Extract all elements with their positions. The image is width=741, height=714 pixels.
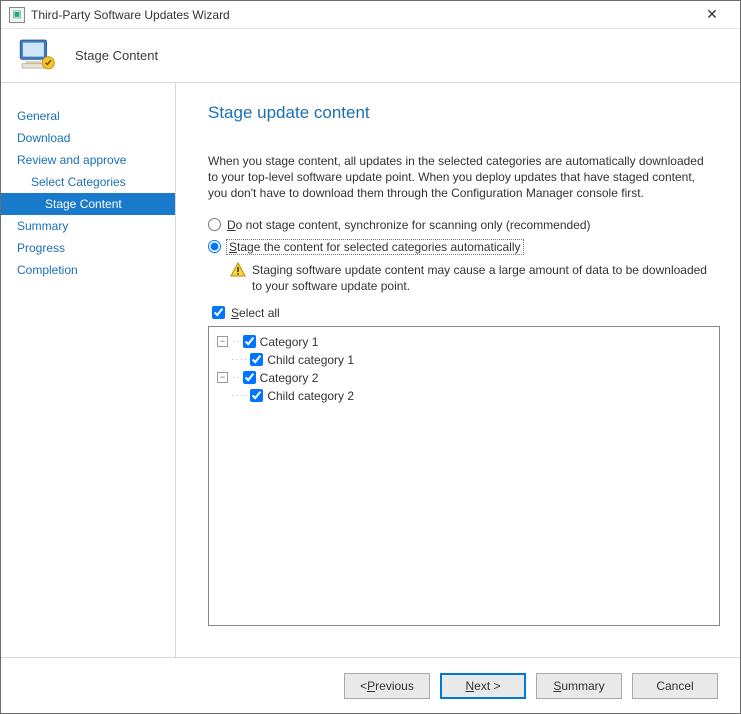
- tree-node-label: Category 1: [260, 333, 319, 351]
- app-icon: ▣: [9, 7, 25, 23]
- summary-button[interactable]: Summary: [536, 673, 622, 699]
- select-all-checkbox[interactable]: [212, 306, 225, 319]
- select-all-label: Select all: [231, 306, 280, 320]
- tree-node-child-2[interactable]: ···· Child category 2: [217, 387, 711, 405]
- content-description: When you stage content, all updates in t…: [208, 153, 708, 202]
- tree-checkbox[interactable]: [250, 389, 263, 402]
- tree-connector: ··: [232, 333, 241, 351]
- tree-node-category-1[interactable]: − ·· Category 1: [217, 333, 711, 351]
- radio-stage-auto[interactable]: [208, 240, 221, 253]
- sidebar-item-stage-content[interactable]: Stage Content: [1, 193, 175, 215]
- category-tree[interactable]: − ·· Category 1 ···· Child category 1 − …: [208, 326, 720, 626]
- radio-do-not-stage-label: Do not stage content, synchronize for sc…: [227, 218, 591, 232]
- radio-stage-auto-label: Stage the content for selected categorie…: [227, 240, 523, 254]
- tree-node-child-1[interactable]: ···· Child category 1: [217, 351, 711, 369]
- tree-checkbox[interactable]: [243, 371, 256, 384]
- sidebar-item-select-categories[interactable]: Select Categories: [1, 171, 175, 193]
- warning-icon: [230, 262, 246, 278]
- cancel-button[interactable]: Cancel: [632, 673, 718, 699]
- warning-row: Staging software update content may caus…: [230, 262, 720, 294]
- sidebar-item-completion[interactable]: Completion: [1, 259, 175, 281]
- tree-connector: ····: [231, 351, 248, 369]
- radio-stage-row[interactable]: Stage the content for selected categorie…: [208, 240, 720, 254]
- radio-do-not-stage[interactable]: [208, 218, 221, 231]
- close-icon: ✕: [706, 6, 718, 23]
- sidebar-item-progress[interactable]: Progress: [1, 237, 175, 259]
- close-button[interactable]: ✕: [692, 3, 732, 27]
- previous-button[interactable]: < Previous: [344, 673, 430, 699]
- content-heading: Stage update content: [208, 103, 720, 123]
- titlebar: ▣ Third-Party Software Updates Wizard ✕: [1, 1, 740, 29]
- tree-connector: ··: [232, 369, 241, 387]
- header-band: Stage Content: [1, 29, 740, 83]
- next-button[interactable]: Next >: [440, 673, 526, 699]
- window-title: Third-Party Software Updates Wizard: [31, 8, 692, 22]
- warning-text: Staging software update content may caus…: [252, 262, 712, 294]
- header-page-name: Stage Content: [75, 48, 158, 63]
- radio-do-not-stage-row[interactable]: Do not stage content, synchronize for sc…: [208, 218, 720, 232]
- sidebar-item-summary[interactable]: Summary: [1, 215, 175, 237]
- expander-icon[interactable]: −: [217, 372, 228, 383]
- tree-node-label: Child category 2: [267, 387, 354, 405]
- tree-checkbox[interactable]: [243, 335, 256, 348]
- wizard-body: General Download Review and approve Sele…: [1, 83, 740, 657]
- tree-connector: ····: [231, 387, 248, 405]
- sidebar-item-review[interactable]: Review and approve: [1, 149, 175, 171]
- wizard-content: Stage update content When you stage cont…: [176, 83, 740, 657]
- wizard-footer: < Previous Next > Summary Cancel: [1, 657, 740, 713]
- wizard-window: ▣ Third-Party Software Updates Wizard ✕ …: [0, 0, 741, 714]
- tree-node-category-2[interactable]: − ·· Category 2: [217, 369, 711, 387]
- computer-icon: [15, 33, 57, 78]
- select-all-row[interactable]: Select all: [212, 306, 720, 320]
- tree-checkbox[interactable]: [250, 353, 263, 366]
- tree-node-label: Child category 1: [267, 351, 354, 369]
- wizard-sidebar: General Download Review and approve Sele…: [1, 83, 176, 657]
- sidebar-item-download[interactable]: Download: [1, 127, 175, 149]
- expander-icon[interactable]: −: [217, 336, 228, 347]
- sidebar-item-general[interactable]: General: [1, 105, 175, 127]
- tree-node-label: Category 2: [260, 369, 319, 387]
